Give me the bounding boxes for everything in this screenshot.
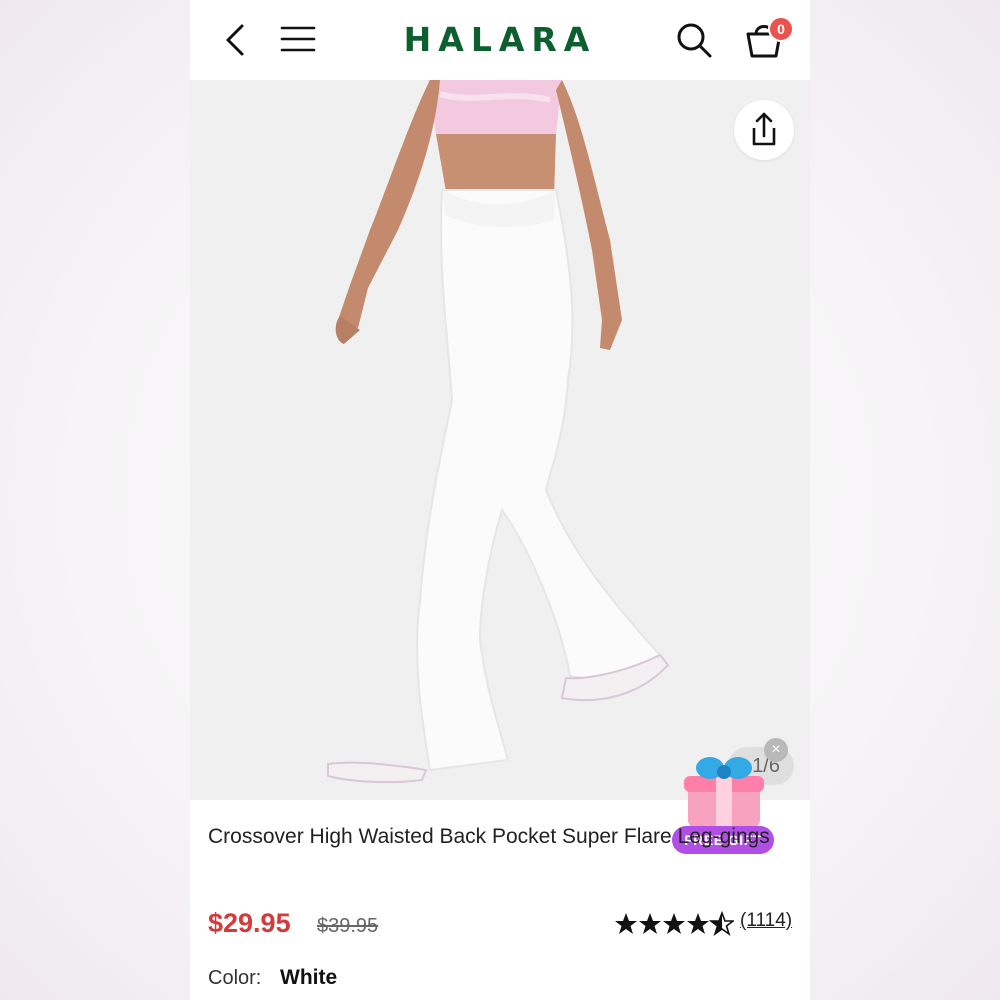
sale-price: $29.95 — [208, 908, 291, 938]
menu-button[interactable] — [280, 24, 316, 54]
product-photo-illustration — [190, 80, 810, 800]
share-button[interactable] — [734, 100, 794, 160]
product-image[interactable] — [190, 80, 810, 800]
selected-color: White — [280, 966, 338, 989]
product-title: Crossover High Waisted Back Pocket Super… — [208, 825, 770, 848]
back-button[interactable] — [220, 22, 250, 58]
search-button[interactable] — [674, 20, 714, 60]
review-count-link[interactable]: (1114) — [740, 910, 792, 932]
rating-stars[interactable] — [614, 910, 734, 936]
close-gift-button[interactable]: × — [764, 738, 788, 762]
star-full-icon — [663, 913, 685, 934]
star-full-icon — [615, 913, 637, 934]
share-icon — [752, 112, 776, 146]
color-label: Color: — [208, 967, 262, 989]
product-page: HALARA 0 1/6 × FREE GIFT Crossover High … — [190, 0, 810, 1000]
cart-count-badge: 0 — [768, 16, 794, 42]
top-nav: HALARA 0 — [190, 0, 810, 80]
hamburger-menu-icon — [280, 26, 316, 52]
chevron-left-icon — [226, 24, 244, 56]
star-full-icon — [687, 913, 709, 934]
original-price: $39.95 — [317, 915, 379, 937]
brand-logo[interactable]: HALARA — [390, 20, 610, 59]
star-half-icon — [710, 912, 734, 935]
search-icon — [677, 23, 712, 58]
star-full-icon — [639, 913, 661, 934]
